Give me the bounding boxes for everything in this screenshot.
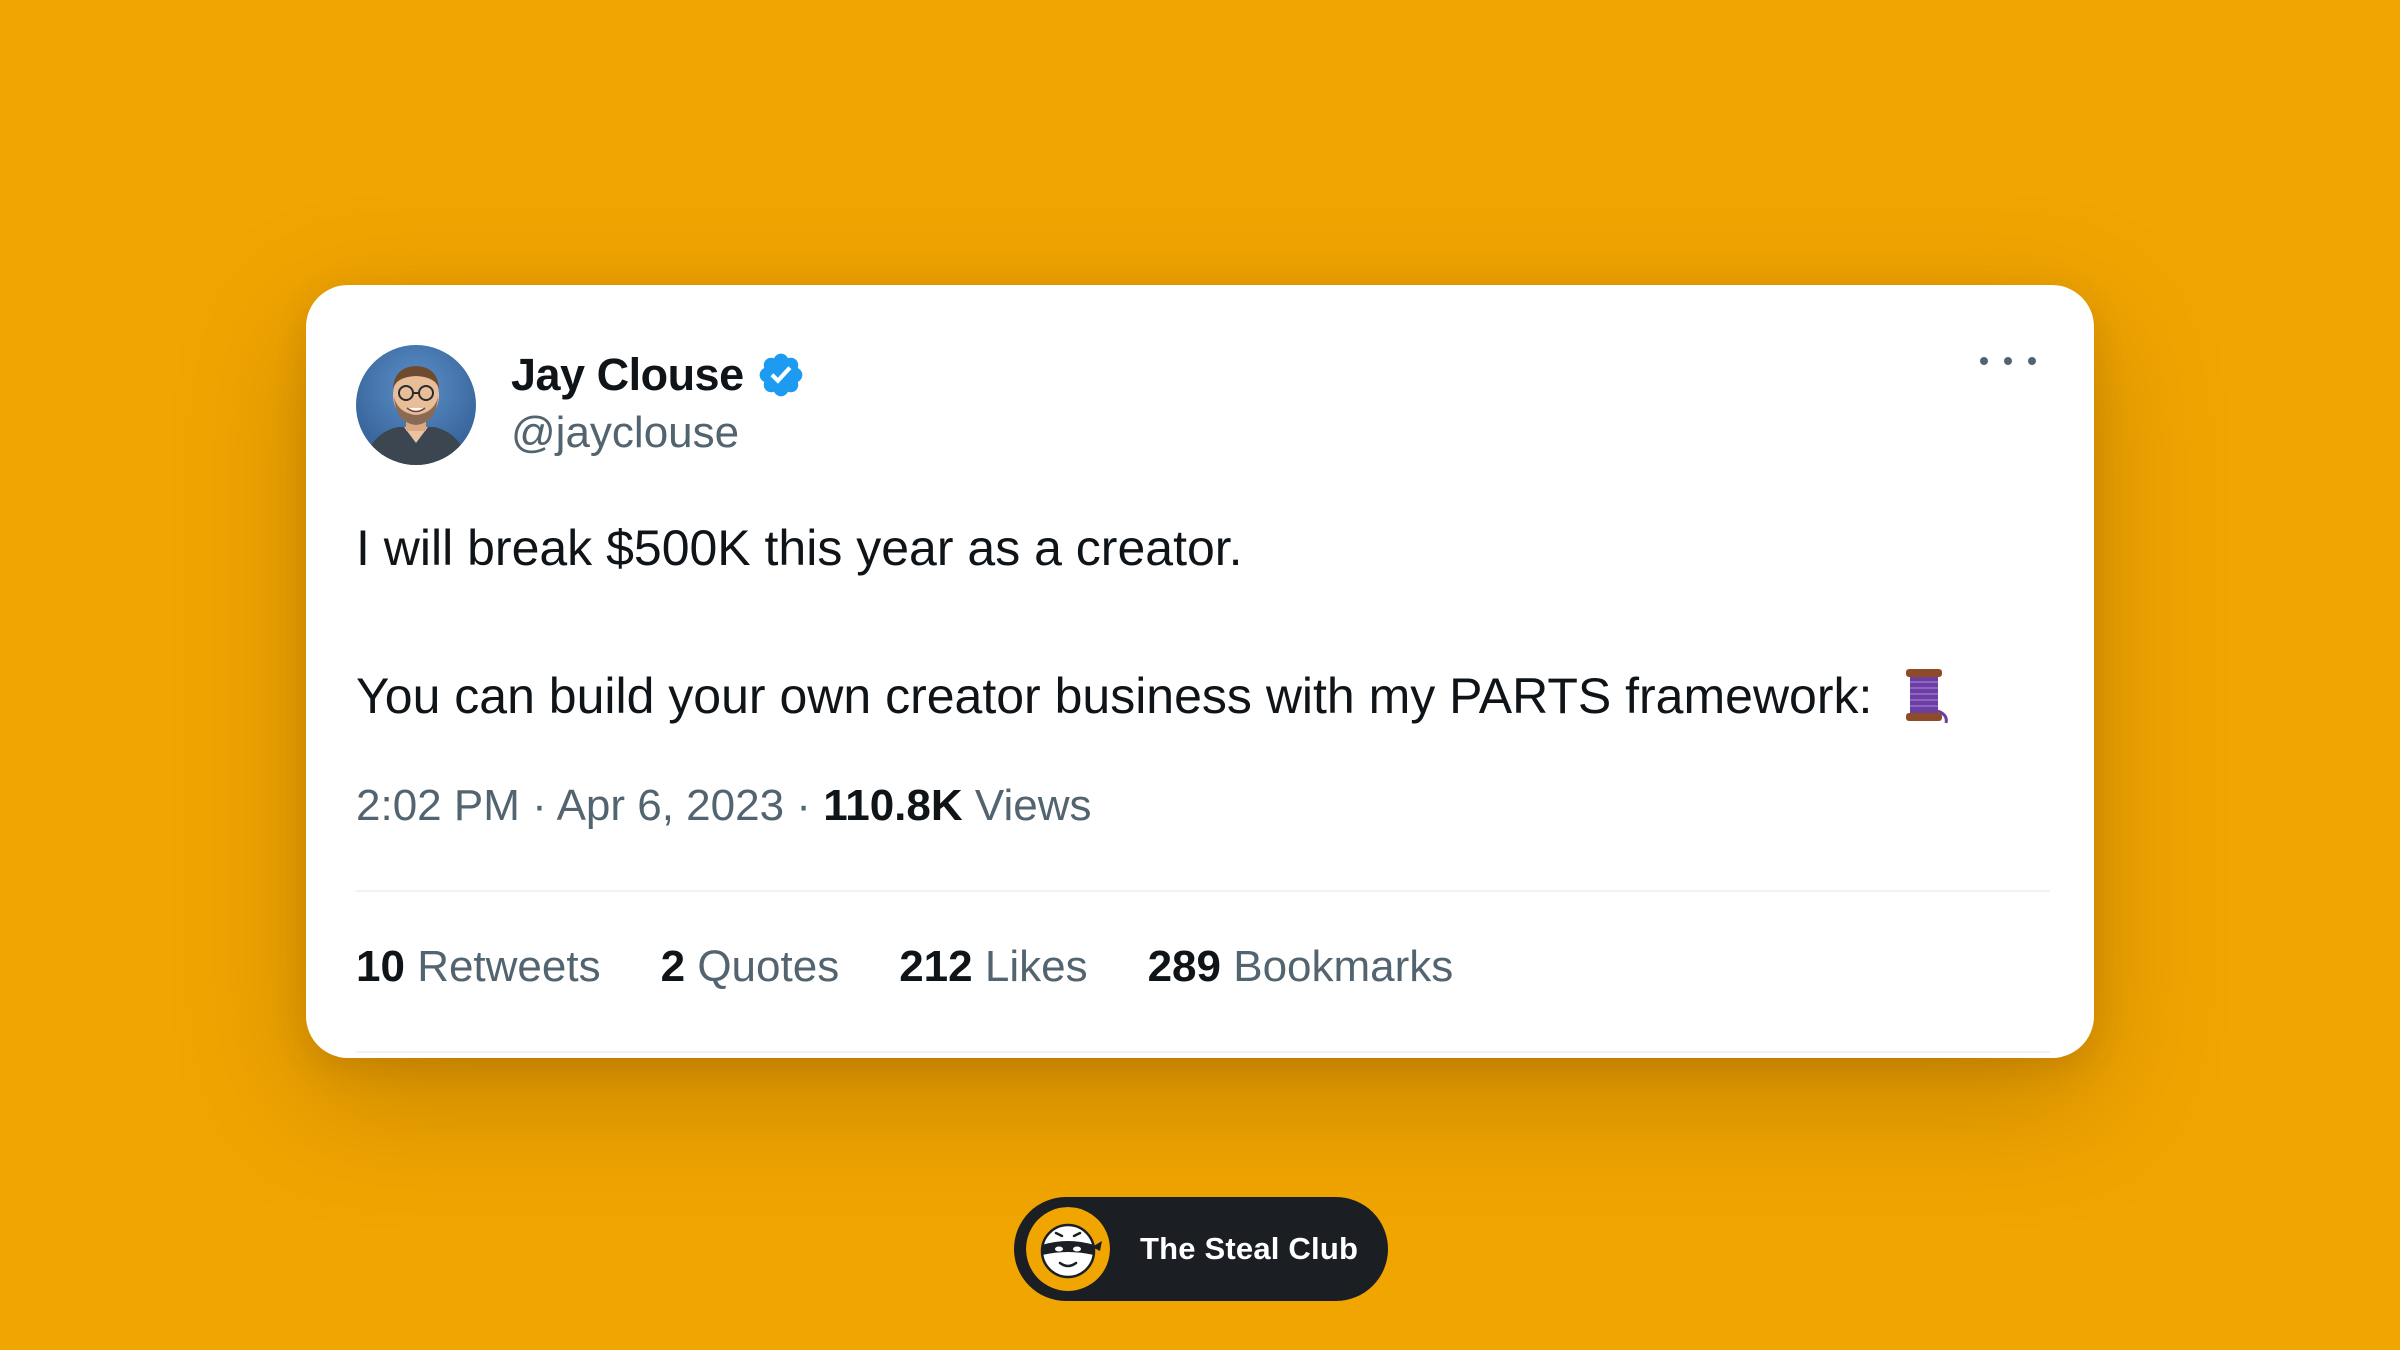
more-dots-icon [1980,357,1988,365]
tweet-time[interactable]: 2:02 PM [356,781,520,830]
more-options-button[interactable] [1980,341,2036,381]
divider [356,1051,2050,1053]
bookmarks-count: 289 [1147,942,1221,991]
tweet-text-line-1: I will break $500K this year as a creato… [356,520,1243,576]
retweets-stat[interactable]: 10 Retweets [356,942,601,992]
engagement-stats: 10 Retweets 2 Quotes 212 Likes 289 Bookm… [356,942,1513,992]
likes-label: Likes [984,942,1088,991]
retweets-count: 10 [356,942,405,991]
author-display-name[interactable]: Jay Clouse [511,349,744,401]
retweets-label: Retweets [417,942,601,991]
avatar-image [356,345,476,465]
tweet-text-line-2: You can build your own creator business … [356,663,2044,727]
verified-badge-icon[interactable] [756,350,806,400]
thread-spool-icon [1892,663,1956,727]
views-label: Views [974,781,1092,830]
tweet-meta: 2:02 PM · Apr 6, 2023 · 110.8K Views [356,781,1091,831]
brand-name: The Steal Club [1140,1231,1359,1266]
bookmarks-label: Bookmarks [1233,942,1454,991]
quotes-count: 2 [660,942,686,991]
brand-badge: The Steal Club [1014,1197,1388,1301]
author-name-row: Jay Clouse [511,346,806,404]
quotes-stat[interactable]: 2 Quotes [661,942,840,992]
author-avatar[interactable] [356,345,476,465]
author-handle[interactable]: @jayclouse [511,408,739,458]
meta-separator: · [532,781,547,830]
meta-separator: · [796,781,811,830]
more-dots-icon [2028,357,2036,365]
more-dots-icon [2004,357,2012,365]
tweet-text-line-2-content: You can build your own creator business … [356,668,1873,724]
masked-face-icon [1026,1207,1110,1291]
bookmarks-stat[interactable]: 289 Bookmarks [1148,942,1454,992]
likes-count: 212 [899,942,973,991]
quotes-label: Quotes [697,942,840,991]
divider [356,890,2050,892]
likes-stat[interactable]: 212 Likes [899,942,1087,992]
views-count: 110.8K [823,781,963,830]
tweet-card: Jay Clouse @jayclouse I will break $500K… [306,285,2094,1058]
tweet-date[interactable]: Apr 6, 2023 [557,781,785,830]
